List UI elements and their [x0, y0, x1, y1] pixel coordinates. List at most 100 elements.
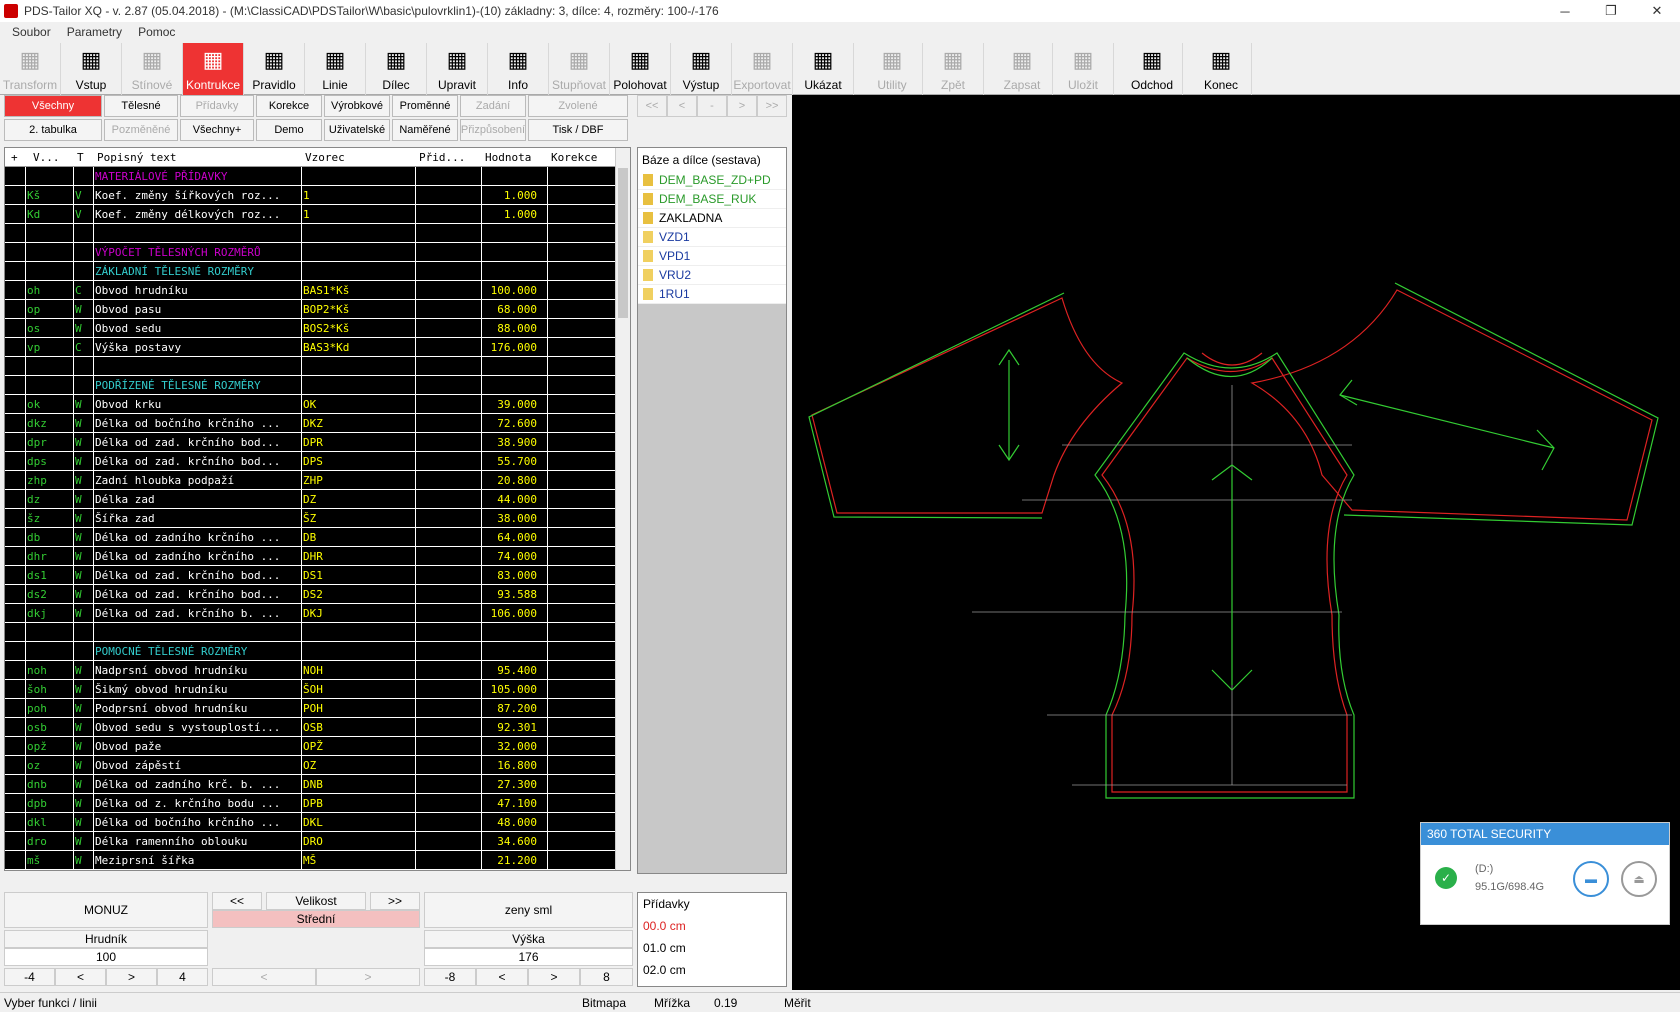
toolbar-button-19[interactable]: ▦ Konec [1191, 43, 1252, 95]
tab-1-1[interactable]: Pozměněné [104, 119, 178, 141]
table-row[interactable]: dps W Délka od zad. krčního bod... DPS 55.70… [5, 452, 616, 471]
table-row[interactable]: dnb W Délka od zadního krč. b. ... DNB 27.30… [5, 775, 616, 794]
tab-1-5[interactable]: Naměřené [392, 119, 458, 141]
col-id[interactable]: V... [33, 151, 60, 164]
col-plus[interactable]: + [11, 151, 18, 164]
height-max[interactable]: 8 [580, 968, 633, 986]
tab-1-3[interactable]: Demo [256, 119, 322, 141]
toolbar-button-17[interactable]: ▦ Uložit [1053, 43, 1114, 95]
tab-0-7[interactable]: Zvolené [528, 95, 628, 117]
table-row[interactable]: dpr W Délka od zad. krčního bod... DPR 38.90… [5, 433, 616, 452]
table-row[interactable]: ds2 W Délka od zad. krčního bod... DS2 93.58… [5, 585, 616, 604]
chest-prev[interactable]: < [55, 968, 106, 986]
col-formula[interactable]: Vzorec [305, 151, 345, 164]
tab-1-4[interactable]: Uživatelské [324, 119, 390, 141]
eject-icon[interactable]: ⏏ [1621, 861, 1657, 897]
toolbar-button-14[interactable]: ▦ Utility [862, 43, 923, 95]
parts-list-item[interactable]: VRU2 [638, 266, 786, 285]
nav-next[interactable]: > [727, 95, 757, 117]
parts-list-item[interactable]: VZD1 [638, 228, 786, 247]
toolbar-button-0[interactable]: ▦ Transform [0, 43, 61, 95]
table-row[interactable]: poh W Podprsní obvod hrudníku POH 87.200 [5, 699, 616, 718]
status-bitmap[interactable]: Bitmapa [582, 996, 626, 1010]
group-box[interactable]: zeny sml [424, 892, 633, 928]
table-row[interactable]: zhp W Zadní hloubka podpaží ZHP 20.800 [5, 471, 616, 490]
toolbar-button-18[interactable]: ▦ Odchod [1122, 43, 1183, 95]
status-grid[interactable]: Mřížka [654, 996, 690, 1010]
toolbar-button-2[interactable]: ▦ Stínové [122, 43, 183, 95]
table-row[interactable]: dkl W Délka od bočního krčního ... DKL 48.00… [5, 813, 616, 832]
table-row[interactable]: Kš V Koef. změny šířkových roz... 1 1.000 [5, 186, 616, 205]
nav-prev[interactable]: < [667, 95, 697, 117]
table-row[interactable]: ds1 W Délka od zad. krčního bod... DS1 83.00… [5, 566, 616, 585]
tab-1-7[interactable]: Tisk / DBF [528, 119, 628, 141]
col-text[interactable]: Popisný text [97, 151, 176, 164]
mid-next[interactable]: > [316, 968, 420, 986]
chest-next[interactable]: > [106, 968, 157, 986]
height-value[interactable]: 176 [424, 948, 633, 966]
tab-0-5[interactable]: Proměnné [392, 95, 458, 117]
table-row[interactable]: db W Délka od zadního krčního ... DB 64.000 [5, 528, 616, 547]
table-row[interactable]: MATERIÁLOVÉ PŘÍDAVKY [5, 167, 616, 186]
table-row[interactable]: mš W Meziprsní šířka MŠ 21.200 [5, 851, 616, 870]
table-row[interactable]: dhr W Délka od zadního krčního ... DHR 74.00… [5, 547, 616, 566]
chest-max[interactable]: 4 [157, 968, 208, 986]
toolbar-button-10[interactable]: ▦ Polohovat [610, 43, 671, 95]
table-row[interactable]: PODŘÍZENÉ TĚLESNÉ ROZMĚRY [5, 376, 616, 395]
nav-first[interactable]: << [637, 95, 667, 117]
table-row[interactable]: osb W Obvod sedu s vystouplostí... OSB 92.30… [5, 718, 616, 737]
minimize-button[interactable]: ─ [1542, 0, 1588, 22]
allowance-item[interactable]: 00.0 cm [638, 915, 786, 937]
table-row[interactable]: opž W Obvod paže OPŽ 32.000 [5, 737, 616, 756]
table-row[interactable]: os W Obvod sedu BOS2*Kš 88.000 [5, 319, 616, 338]
tab-0-4[interactable]: Výrobkové [324, 95, 390, 117]
tab-1-2[interactable]: Všechny+ [180, 119, 254, 141]
table-row[interactable]: ZÁKLADNÍ TĚLESNÉ ROZMĚRY [5, 262, 616, 281]
table-row[interactable]: noh W Nadprsní obvod hrudníku NOH 95.400 [5, 661, 616, 680]
menu-pomoc[interactable]: Pomoc [138, 25, 175, 39]
table-row[interactable]: POMOCNÉ TĚLESNÉ ROZMĚRY [5, 642, 616, 661]
col-korekce[interactable]: Korekce [551, 151, 597, 164]
allowance-item[interactable]: 01.0 cm [638, 937, 786, 959]
table-row[interactable]: oh C Obvod hrudníku BAS1*Kš 100.000 [5, 281, 616, 300]
table-row[interactable]: ok W Obvod krku OK 39.000 [5, 395, 616, 414]
tab-1-6[interactable]: Přizpůsobení [460, 119, 526, 141]
grid-scrollbar[interactable] [615, 148, 630, 870]
table-row[interactable]: dkz W Délka od bočního krčního ... DKZ 72.60… [5, 414, 616, 433]
menu-soubor[interactable]: Soubor [12, 25, 51, 39]
parts-list-item[interactable]: DEM_BASE_RUK [638, 190, 786, 209]
table-row[interactable]: Kd V Koef. změny délkových roz... 1 1.000 [5, 205, 616, 224]
toolbar-button-7[interactable]: ▦ Upravit [427, 43, 488, 95]
table-row[interactable]: dpb W Délka od z. krčního bodu ... DPB 47.10… [5, 794, 616, 813]
tab-0-0[interactable]: Všechny [4, 95, 102, 117]
chest-min[interactable]: -4 [4, 968, 55, 986]
tab-0-6[interactable]: Zadání [460, 95, 526, 117]
maximize-button[interactable]: ❐ [1588, 0, 1634, 22]
tab-0-1[interactable]: Tělesné [104, 95, 178, 117]
folder-icon[interactable]: ▬ [1573, 861, 1609, 897]
table-row[interactable] [5, 623, 616, 642]
model-box[interactable]: MONUZ [4, 892, 208, 928]
col-value[interactable]: Hodnota [485, 151, 531, 164]
table-row[interactable]: op W Obvod pasu BOP2*Kš 68.000 [5, 300, 616, 319]
toolbar-button-4[interactable]: ▦ Pravidlo [244, 43, 305, 95]
nav-last[interactable]: >> [757, 95, 787, 117]
height-prev[interactable]: < [476, 968, 528, 986]
toolbar-button-3[interactable]: ▦ Kontrukce [183, 43, 244, 95]
toolbar-button-9[interactable]: ▦ Stupňovat [549, 43, 610, 95]
col-prid[interactable]: Přid... [419, 151, 465, 164]
toolbar-button-15[interactable]: ▦ Zpět [923, 43, 984, 95]
table-row[interactable]: dro W Délka ramenního oblouku DRO 34.600 [5, 832, 616, 851]
toolbar-button-1[interactable]: ▦ Vstup [61, 43, 122, 95]
status-measure[interactable]: Měřit [784, 996, 811, 1010]
table-row[interactable]: VÝPOČET TĚLESNÝCH ROZMĚRŮ [5, 243, 616, 262]
parts-list-item[interactable]: VPD1 [638, 247, 786, 266]
tab-0-3[interactable]: Korekce [256, 95, 322, 117]
table-row[interactable]: dkj W Délka od zad. krčního b. ... DKJ 106.0… [5, 604, 616, 623]
tab-1-0[interactable]: 2. tabulka [4, 119, 102, 141]
close-button[interactable]: ✕ [1634, 0, 1680, 22]
toolbar-button-12[interactable]: ▦ Exportovat [732, 43, 793, 95]
toolbar-button-13[interactable]: ▦ Ukázat [793, 43, 854, 95]
menu-parametry[interactable]: Parametry [67, 25, 122, 39]
toolbar-button-6[interactable]: ▦ Dílec [366, 43, 427, 95]
